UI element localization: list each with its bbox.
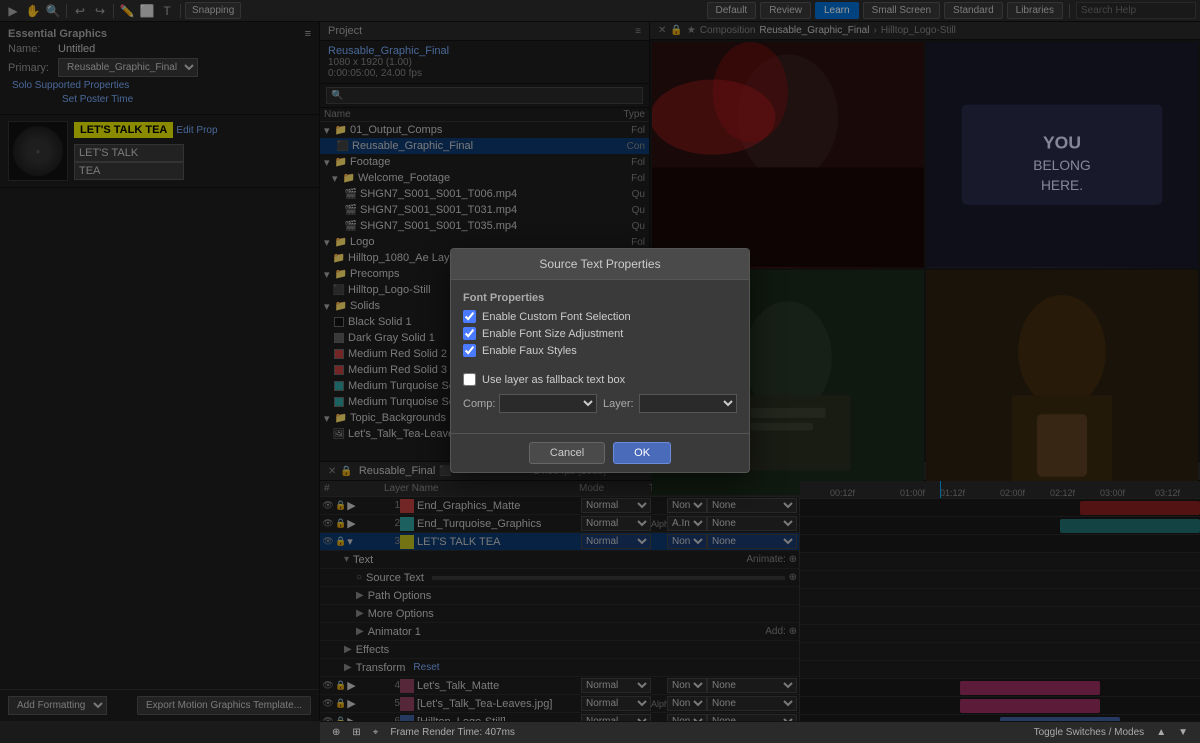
bottom-ctrl-collapse[interactable]: ▼ xyxy=(1174,726,1192,739)
bottom-ctrl-1[interactable]: ⊕ xyxy=(328,726,344,739)
checkbox-row-4: Use layer as fallback text box xyxy=(463,373,737,386)
checkbox-font-size-label: Enable Font Size Adjustment xyxy=(482,328,623,340)
dialog-body: Font Properties Enable Custom Font Selec… xyxy=(451,280,749,433)
checkbox-row-1: Enable Custom Font Selection xyxy=(463,310,737,323)
checkbox-custom-font-label: Enable Custom Font Selection xyxy=(482,311,631,323)
dialog-overlay: Source Text Properties Font Properties E… xyxy=(0,0,1200,721)
cancel-button[interactable]: Cancel xyxy=(529,442,605,464)
dialog-footer: Cancel OK xyxy=(451,433,749,472)
bottom-ctrl-2[interactable]: ⊞ xyxy=(348,726,364,739)
checkbox-faux-styles[interactable] xyxy=(463,344,476,357)
checkbox-row-3: Enable Faux Styles xyxy=(463,344,737,357)
checkbox-fallback-textbox[interactable] xyxy=(463,373,476,386)
toggle-switches-btn[interactable]: Toggle Switches / Modes xyxy=(1030,726,1149,739)
checkbox-faux-styles-label: Enable Faux Styles xyxy=(482,345,577,357)
bottom-ctrl-3[interactable]: ⌖ xyxy=(369,726,383,739)
comp-label: Comp: xyxy=(463,398,493,410)
comp-row: Comp: Layer: xyxy=(463,394,737,413)
checkbox-fallback-label: Use layer as fallback text box xyxy=(482,374,625,386)
dialog-spacer xyxy=(463,361,737,369)
checkbox-custom-font[interactable] xyxy=(463,310,476,323)
comp-select[interactable] xyxy=(499,394,597,413)
font-properties-section: Font Properties xyxy=(463,292,737,304)
source-text-properties-dialog: Source Text Properties Font Properties E… xyxy=(450,248,750,473)
frame-render-time: Frame Render Time: 407ms xyxy=(386,726,519,739)
bottom-ctrl-expand[interactable]: ▲ xyxy=(1152,726,1170,739)
layer-select[interactable] xyxy=(639,394,737,413)
checkbox-font-size[interactable] xyxy=(463,327,476,340)
ok-button[interactable]: OK xyxy=(613,442,671,464)
layer-label: Layer: xyxy=(603,398,633,410)
checkbox-row-2: Enable Font Size Adjustment xyxy=(463,327,737,340)
bottom-controls: ⊕ ⊞ ⌖ Frame Render Time: 407ms Toggle Sw… xyxy=(320,721,1200,743)
dialog-title: Source Text Properties xyxy=(451,249,749,280)
